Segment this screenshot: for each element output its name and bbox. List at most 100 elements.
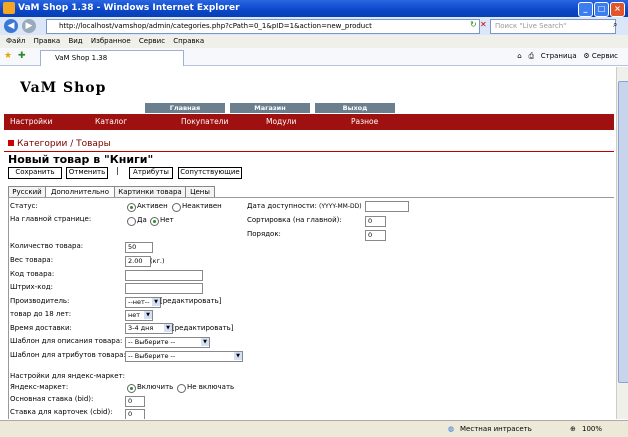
related-button[interactable]: Сопутствующие — [178, 167, 242, 179]
home-icon[interactable]: ⌂ — [517, 52, 521, 60]
qty-input[interactable]: 50 — [125, 242, 153, 253]
sort-home-label: Сортировка (на главной): — [247, 216, 342, 224]
manufacturer-select[interactable]: --нет-- ▼ — [125, 297, 161, 308]
delivery-select[interactable]: 3-4 дня ▼ — [125, 323, 173, 334]
menu-bar: Файл Правка Вид Избранное Сервис Справка — [0, 35, 628, 48]
site-logo: VaM Shop — [20, 80, 107, 96]
cbid-input[interactable]: 0 — [125, 409, 145, 419]
forward-arrow-icon[interactable]: ▶ — [22, 19, 36, 33]
home-yes-radio[interactable] — [127, 217, 136, 226]
chevron-down-icon: ▼ — [152, 298, 160, 306]
attr-template-label: Шаблон для атрибутов товара: — [10, 351, 126, 359]
breadcrumb-text[interactable]: Категории / Товары — [17, 139, 111, 149]
add-favorites-icon[interactable]: ✚ — [18, 51, 26, 61]
code-input[interactable] — [125, 270, 203, 281]
url-input[interactable]: http://localhost/vamshop/admin/categorie… — [46, 19, 480, 34]
chevron-down-icon: ▼ — [201, 338, 209, 346]
save-button[interactable]: Сохранить — [8, 167, 62, 179]
nav-settings[interactable]: Настройки — [10, 117, 52, 126]
weight-unit: (кг.) — [150, 257, 165, 265]
status-inactive-radio[interactable] — [172, 203, 181, 212]
menu-view[interactable]: Вид — [68, 35, 82, 48]
page-title: Новый товар в "Книги" — [8, 153, 154, 166]
avail-date-input[interactable] — [365, 201, 409, 212]
refresh-icon[interactable]: ↻ — [470, 20, 477, 29]
desc-template-label: Шаблон для описания товара: — [10, 337, 123, 345]
barcode-input[interactable] — [125, 283, 203, 294]
stop-icon[interactable]: ✕ — [480, 20, 487, 29]
attributes-button[interactable]: Атрибуты — [129, 167, 173, 179]
breadcrumb: Категории / Товары — [8, 139, 111, 149]
code-label: Код товара: — [10, 270, 55, 278]
minimize-button[interactable]: _ — [578, 2, 593, 17]
weight-label: Вес товара: — [10, 256, 54, 264]
chevron-down-icon: ▼ — [144, 311, 152, 319]
status-active-radio[interactable] — [127, 203, 136, 212]
zoom-level[interactable]: 100% — [582, 425, 602, 433]
status-active-label: Активен — [137, 202, 168, 210]
order-label: Порядок: — [247, 230, 281, 238]
adult-select[interactable]: нет ▼ — [125, 310, 153, 321]
sort-home-input[interactable]: 0 — [365, 216, 386, 227]
order-input[interactable]: 0 — [365, 230, 386, 241]
cancel-button[interactable]: Отменить — [66, 167, 108, 179]
browser-tab-bar: ★ ✚ VaM Shop 1.38 ⌂ ⎙ Страница ⚙ Сервис — [0, 48, 628, 66]
home-label: На главной странице: — [10, 215, 92, 223]
menu-help[interactable]: Справка — [173, 35, 204, 48]
status-bar: ◍ Местная интрасеть ⊕ 100% — [0, 420, 628, 437]
chevron-down-icon: ▼ — [234, 352, 242, 360]
globe-icon: ◍ — [448, 425, 455, 433]
yandex-off-radio[interactable] — [177, 384, 186, 393]
ie-app-icon — [3, 2, 15, 14]
nav-catalog[interactable]: Каталог — [95, 117, 127, 126]
delivery-edit-link[interactable]: [редактировать] — [172, 324, 234, 332]
gear-icon: ⚙ — [583, 52, 590, 60]
window-title-bar: VaM Shop 1.38 - Windows Internet Explore… — [0, 0, 628, 17]
back-arrow-icon[interactable]: ◀ — [4, 19, 18, 33]
nav-misc[interactable]: Разное — [351, 117, 378, 126]
close-button[interactable]: × — [610, 2, 625, 17]
menu-favorites[interactable]: Избранное — [91, 35, 131, 48]
address-bar-row: ◀ ▶ http://localhost/vamshop/admin/categ… — [0, 17, 628, 35]
page-menu[interactable]: Страница — [541, 52, 577, 60]
cbid-label: Ставка для карточек (cbid): — [10, 408, 113, 416]
browser-tab-label: VaM Shop 1.38 — [55, 54, 108, 62]
menu-edit[interactable]: Правка — [34, 35, 61, 48]
tools-menu[interactable]: Сервис — [592, 52, 618, 60]
weight-input[interactable]: 2.00 — [125, 256, 151, 267]
attr-template-select[interactable]: -- Выберите -- ▼ — [125, 351, 243, 362]
divider — [4, 151, 614, 152]
adult-label: товар до 18 лет: — [10, 310, 72, 318]
manufacturer-edit-link[interactable]: [редактировать] — [160, 297, 222, 305]
nav-customers[interactable]: Покупатели — [181, 117, 228, 126]
status-label: Статус: — [10, 202, 38, 210]
yandex-label: Яндекс-маркет: — [10, 383, 69, 391]
search-icon[interactable]: ⌕ — [613, 20, 617, 30]
search-input[interactable]: Поиск "Live Search" — [490, 19, 616, 34]
tab-home[interactable]: Главная — [145, 103, 225, 113]
desc-template-select[interactable]: -- Выберите -- ▼ — [125, 337, 210, 348]
nav-modules[interactable]: Модули — [266, 117, 296, 126]
home-no-radio[interactable] — [150, 217, 159, 226]
tab-shop[interactable]: Магазин — [230, 103, 310, 113]
yandex-on-radio[interactable] — [127, 384, 136, 393]
window-title: VaM Shop 1.38 - Windows Internet Explore… — [18, 3, 240, 13]
barcode-label: Штрих-код: — [10, 283, 53, 291]
menu-file[interactable]: Файл — [6, 35, 25, 48]
scrollbar-thumb[interactable] — [618, 81, 628, 383]
menu-tools[interactable]: Сервис — [139, 35, 165, 48]
bid-input[interactable]: 0 — [125, 396, 145, 407]
yandex-on-label: Включить — [137, 383, 174, 391]
tab-logout[interactable]: Выход — [315, 103, 395, 113]
manufacturer-label: Производитель: — [10, 297, 70, 305]
home-no-label: Нет — [160, 216, 174, 224]
maximize-button[interactable]: □ — [594, 2, 609, 17]
browser-tab[interactable]: VaM Shop 1.38 — [40, 50, 184, 66]
command-bar: ⌂ ⎙ Страница ⚙ Сервис — [517, 52, 618, 61]
product-form — [8, 197, 614, 419]
favorites-star-icon[interactable]: ★ — [4, 51, 12, 61]
chevron-down-icon: ▼ — [164, 324, 172, 332]
print-icon[interactable]: ⎙ — [528, 52, 534, 60]
zoom-icon: ⊕ — [570, 425, 576, 433]
vertical-scrollbar[interactable] — [616, 67, 628, 419]
